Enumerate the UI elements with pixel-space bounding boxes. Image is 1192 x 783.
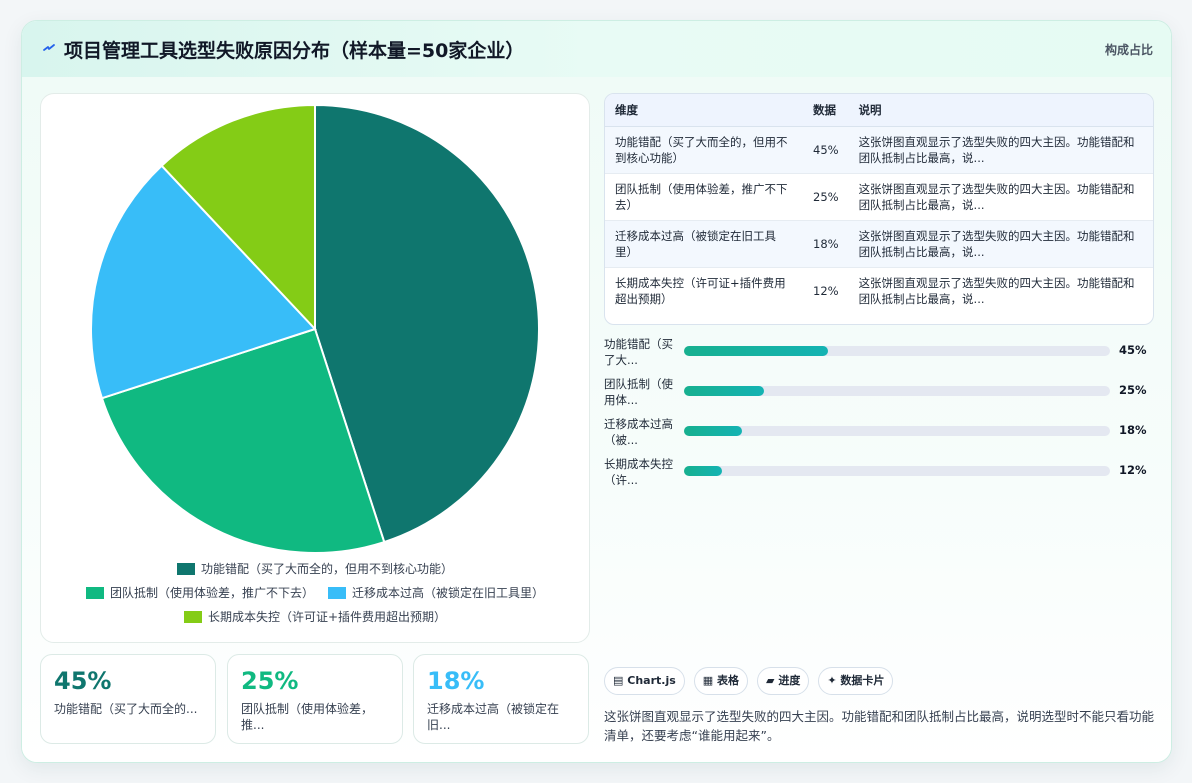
progress-label: 迁移成本过高（被... bbox=[604, 417, 673, 447]
tag-data-cards[interactable]: ✦ 数据卡片 bbox=[818, 667, 894, 695]
stat-label: 团队抵制（使用体验差，推... bbox=[241, 702, 374, 732]
card-header: 项目管理工具选型失败原因分布（样本量=50家企业） 构成占比 bbox=[22, 21, 1171, 78]
tag-table[interactable]: ▦ 表格 bbox=[693, 667, 749, 695]
legend-item[interactable]: 团队抵制（使用体验差，推广不下去） bbox=[85, 584, 314, 601]
stat-value: 18% bbox=[427, 667, 485, 695]
cell-value: 25% bbox=[803, 173, 849, 221]
progress-icon: ▰ bbox=[766, 674, 775, 687]
stat-label: 功能错配（买了大而全的... bbox=[54, 702, 198, 716]
legend-swatch bbox=[328, 586, 346, 599]
cell-value: 45% bbox=[803, 126, 849, 174]
progress-value: 25% bbox=[1119, 383, 1147, 397]
pie-chart-panel: 功能错配（买了大而全的，但用不到核心功能） 团队抵制（使用体验差，推广不下去） 迁移… bbox=[40, 93, 590, 643]
progress-fill bbox=[684, 466, 723, 476]
cell-note: 这张饼图直观显示了选型失败的四大主因。功能错配和团队抵制占比最高，说... bbox=[848, 267, 1153, 314]
cell-note: 这张饼图直观显示了选型失败的四大主因。功能错配和团队抵制占比最高，说... bbox=[848, 173, 1153, 221]
legend-label: 迁移成本过高（被锁定在旧工具里） bbox=[352, 586, 545, 600]
progress-label: 功能错配（买了大... bbox=[604, 337, 673, 367]
stat-cards: 45% 功能错配（买了大而全的... 25% 团队抵制（使用体验差，推... 1… bbox=[40, 654, 590, 746]
chart-legend: 功能错配（买了大而全的，但用不到核心功能） 团队抵制（使用体验差，推广不下去） 迁移… bbox=[41, 560, 589, 632]
table-header-row: 维度 数据 说明 bbox=[605, 94, 1153, 127]
composition-label: 构成占比 bbox=[1104, 43, 1153, 57]
summary-text: 这张饼图直观显示了选型失败的四大主因。功能错配和团队抵制占比最高，说明选型时不能… bbox=[604, 709, 1155, 743]
progress-fill bbox=[684, 346, 828, 356]
stat-card: 45% 功能错配（买了大而全的... bbox=[40, 654, 216, 744]
column-header-data: 数据 bbox=[803, 94, 849, 127]
tag-label: 进度 bbox=[778, 674, 801, 687]
table-row: 迁移成本过高（被锁定在旧工具里） 18% 这张饼图直观显示了选型失败的四大主因。… bbox=[605, 220, 1153, 268]
cell-dimension: 迁移成本过高（被锁定在旧工具里） bbox=[605, 220, 803, 268]
legend-label: 团队抵制（使用体验差，推广不下去） bbox=[109, 586, 314, 600]
pie-chart bbox=[90, 103, 540, 554]
progress-value: 12% bbox=[1119, 463, 1147, 477]
legend-label: 长期成本失控（许可证+插件费用超出预期） bbox=[207, 610, 447, 624]
stat-value: 25% bbox=[241, 667, 299, 695]
main-card: 项目管理工具选型失败原因分布（样本量=50家企业） 构成占比 功能错配（买了大而… bbox=[21, 20, 1172, 763]
legend-row: 团队抵制（使用体验差，推广不下去） 迁移成本过高（被锁定在旧工具里） bbox=[41, 584, 589, 601]
stat-card: 18% 迁移成本过高（被锁定在旧... bbox=[413, 654, 589, 744]
cell-dimension: 团队抵制（使用体验差，推广不下去） bbox=[605, 173, 803, 221]
tag-label: 表格 bbox=[717, 674, 740, 687]
chart-icon: ▤ bbox=[613, 674, 624, 687]
table-row: 长期成本失控（许可证+插件费用超出预期） 12% 这张饼图直观显示了选型失败的四… bbox=[605, 267, 1153, 314]
progress-track bbox=[684, 426, 1110, 436]
progress-track bbox=[684, 466, 1110, 476]
progress-fill bbox=[684, 426, 742, 436]
sparkle-icon: ✦ bbox=[827, 674, 837, 687]
legend-label: 功能错配（买了大而全的，但用不到核心功能） bbox=[200, 562, 453, 576]
stat-value: 45% bbox=[54, 667, 112, 695]
data-table-panel: 维度 数据 说明 功能错配（买了大而全的，但用不到核心功能） 45% 这张饼图直… bbox=[604, 93, 1154, 325]
cell-note: 这张饼图直观显示了选型失败的四大主因。功能错配和团队抵制占比最高，说... bbox=[848, 220, 1153, 268]
legend-row: 功能错配（买了大而全的，但用不到核心功能） bbox=[41, 560, 589, 577]
legend-swatch bbox=[183, 610, 202, 623]
progress-bars: 功能错配（买了大... 45% 团队抵制（使用体... 25% 迁移成本过高（被... 1… bbox=[604, 333, 1154, 493]
view-tags: ▤ Chart.js ▦ 表格 ▰ 进度 ✦ 数据卡片 bbox=[604, 667, 894, 695]
progress-label: 长期成本失控（许... bbox=[604, 457, 673, 487]
legend-row: 长期成本失控（许可证+插件费用超出预期） bbox=[41, 608, 589, 625]
progress-fill bbox=[684, 386, 764, 396]
progress-track bbox=[684, 346, 1110, 356]
tag-label: 数据卡片 bbox=[840, 674, 885, 687]
legend-item[interactable]: 长期成本失控（许可证+插件费用超出预期） bbox=[183, 608, 447, 625]
cell-note: 这张饼图直观显示了选型失败的四大主因。功能错配和团队抵制占比最高，说... bbox=[848, 126, 1153, 174]
cell-dimension: 功能错配（买了大而全的，但用不到核心功能） bbox=[605, 126, 803, 174]
table-row: 功能错配（买了大而全的，但用不到核心功能） 45% 这张饼图直观显示了选型失败的… bbox=[605, 126, 1153, 174]
cell-value: 12% bbox=[803, 267, 849, 314]
progress-track bbox=[684, 386, 1110, 396]
tag-progress[interactable]: ▰ 进度 bbox=[757, 667, 810, 695]
column-header-note: 说明 bbox=[848, 94, 1153, 127]
progress-value: 18% bbox=[1119, 423, 1147, 437]
cell-value: 18% bbox=[803, 220, 849, 268]
legend-item[interactable]: 迁移成本过高（被锁定在旧工具里） bbox=[328, 584, 544, 601]
progress-row: 功能错配（买了大... 45% bbox=[604, 333, 1154, 373]
legend-swatch bbox=[176, 562, 195, 575]
progress-row: 团队抵制（使用体... 25% bbox=[604, 373, 1154, 413]
progress-label: 团队抵制（使用体... bbox=[604, 377, 673, 407]
data-table: 维度 数据 说明 功能错配（买了大而全的，但用不到核心功能） 45% 这张饼图直… bbox=[605, 94, 1153, 314]
table-icon: ▦ bbox=[702, 674, 714, 687]
stat-card: 25% 团队抵制（使用体验差，推... bbox=[227, 654, 403, 744]
stat-label: 迁移成本过高（被锁定在旧... bbox=[427, 702, 560, 732]
legend-swatch bbox=[85, 586, 104, 599]
tag-chartjs[interactable]: ▤ Chart.js bbox=[604, 667, 685, 695]
cell-dimension: 长期成本失控（许可证+插件费用超出预期） bbox=[605, 267, 803, 314]
tag-label: Chart.js bbox=[627, 674, 676, 687]
table-row: 团队抵制（使用体验差，推广不下去） 25% 这张饼图直观显示了选型失败的四大主因… bbox=[605, 173, 1153, 221]
lightning-icon bbox=[43, 44, 55, 51]
progress-row: 长期成本失控（许... 12% bbox=[604, 453, 1154, 493]
progress-row: 迁移成本过高（被... 18% bbox=[604, 413, 1154, 453]
legend-item[interactable]: 功能错配（买了大而全的，但用不到核心功能） bbox=[176, 560, 453, 577]
page-title: 项目管理工具选型失败原因分布（样本量=50家企业） bbox=[64, 40, 525, 62]
progress-value: 45% bbox=[1119, 343, 1147, 357]
column-header-dimension: 维度 bbox=[605, 94, 803, 127]
